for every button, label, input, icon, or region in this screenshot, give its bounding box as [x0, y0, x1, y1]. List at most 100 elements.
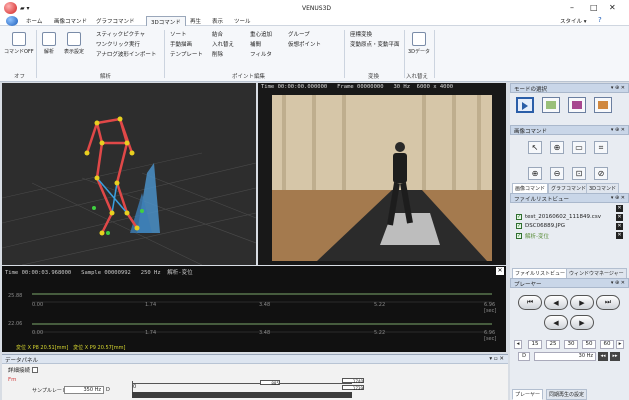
swap-button[interactable]: 入れ替え [212, 40, 234, 48]
file-checkbox[interactable]: ✓ [516, 223, 522, 229]
reverse-play-button[interactable]: ◀ [544, 315, 568, 330]
zoom-out-icon[interactable]: ⊖ [550, 167, 564, 180]
manual-digitize-button[interactable]: 手動描画 [170, 40, 192, 48]
file-item[interactable]: ✓ DSC06889.JPG [516, 223, 565, 229]
value-1739: 1739 [342, 385, 364, 391]
fps-50-button[interactable]: 50 [582, 340, 596, 349]
tab-tools[interactable]: ツール [234, 17, 251, 25]
value-885: 885 [260, 380, 280, 386]
play-button[interactable]: ▶ [570, 295, 594, 310]
help-icon[interactable]: ? [598, 16, 602, 24]
data-3d-button[interactable]: 3Dデータ [408, 32, 430, 55]
mode-image-button[interactable] [542, 97, 560, 113]
zoom-rect-icon[interactable]: ⊡ [572, 167, 586, 180]
app-logo-icon[interactable] [4, 2, 17, 14]
one-click-exec-button[interactable]: ワンクリック実行 [96, 40, 140, 48]
d-field[interactable]: D [518, 352, 530, 361]
row2-unit: [sec] [484, 336, 497, 342]
tab-player[interactable]: プレーヤー [512, 389, 544, 400]
tab-sync-settings[interactable]: 同期再生の設定 [546, 389, 588, 400]
stick-picture-button[interactable]: スティックピクチャ [96, 30, 145, 38]
panel-controls-icon[interactable]: ▾ ⊕ ✕ [611, 127, 625, 133]
detail-checkbox[interactable] [32, 367, 39, 373]
fps-increase-button[interactable]: ▸ [616, 340, 624, 349]
fps-15-button[interactable]: 15 [528, 340, 542, 349]
fps-value-input[interactable]: 30 Hz [534, 352, 596, 361]
join-button[interactable]: 結合 [212, 30, 223, 38]
file-checkbox[interactable]: ✓ [516, 233, 522, 239]
step-back-button[interactable]: ◀ [544, 295, 568, 310]
detail-connect[interactable]: 詳細接続 [8, 366, 39, 374]
zoom-in-icon[interactable]: ⊕ [528, 167, 542, 180]
analog-import-button[interactable]: アナログ波形インポート [96, 50, 156, 58]
mode-3d-button[interactable] [594, 97, 612, 113]
sort-button[interactable]: ソート [170, 30, 187, 38]
crop-icon[interactable]: ⌗ [594, 141, 608, 154]
file-checkbox[interactable]: ✓ [516, 214, 522, 220]
analysis-button[interactable]: 解析 [42, 32, 56, 55]
mode-playback-button[interactable] [516, 97, 534, 113]
zoom-100-icon[interactable]: ▭ [572, 141, 586, 154]
app-menu-icon[interactable] [6, 16, 18, 26]
panel-controls-icon[interactable]: ▾ ⊕ ✕ [611, 280, 625, 286]
magnifier-icon[interactable]: ⊘ [594, 167, 608, 180]
center-of-mass-button[interactable]: 重心追加 [250, 30, 272, 38]
filter-button[interactable]: フィルタ [250, 50, 272, 58]
graph-info: Time 00:00:03.968000 Sample 00000992 250… [5, 270, 193, 276]
close-button[interactable]: ✕ [609, 3, 616, 12]
tab-playback[interactable]: 再生 [190, 17, 201, 25]
minimize-button[interactable]: – [570, 3, 574, 12]
mode-select-section: モードの選択 ▾ ⊕ ✕ [510, 83, 629, 113]
close-all-icon[interactable]: ✕ [616, 205, 623, 212]
select-cursor-icon[interactable]: ↖ [528, 141, 542, 154]
tab-home[interactable]: ホーム [26, 17, 42, 25]
group-button[interactable]: グループ [288, 30, 310, 38]
skip-to-end-button[interactable]: ⏭ [596, 295, 620, 310]
data-panel: データパネル ▾ ▫ ✕ 詳細接続 Fm サンプルレート 350 Hz D 0 8… [2, 354, 508, 400]
row2-ymin: 0.00 [32, 330, 44, 336]
maximize-button[interactable]: □ [590, 3, 598, 12]
tab-image-command[interactable]: 画像コマンド [54, 17, 87, 25]
remove-file-icon[interactable]: ✕ [616, 223, 623, 230]
coord-transform-button[interactable]: 座標変換 [350, 30, 372, 38]
quick-access-icon[interactable]: ▰ ▾ [20, 5, 30, 12]
fps-decrease-button[interactable]: ◂ [514, 340, 522, 349]
zoom-fit-icon[interactable]: ⊕ [550, 141, 564, 154]
remove-file-icon[interactable]: ✕ [616, 214, 623, 221]
file-item[interactable]: ✓ 解析-変位 [516, 232, 549, 240]
graph-close-button[interactable]: ✕ [496, 267, 504, 275]
timeline-bar[interactable] [132, 392, 352, 398]
skip-to-start-button[interactable]: ⏮ [518, 295, 542, 310]
graph-view[interactable]: Time 00:00:03.968000 Sample 00000992 250… [2, 266, 506, 352]
interpolate-button[interactable]: 補間 [250, 40, 261, 48]
sample-rate-input[interactable]: 350 Hz [64, 386, 104, 394]
value-0: 0 [133, 384, 137, 390]
forward-play-button[interactable]: ▶ [570, 315, 594, 330]
panel-controls-icon[interactable]: ▾ ▫ ✕ [489, 356, 504, 362]
delete-button[interactable]: 削除 [212, 50, 223, 58]
change-origin-button[interactable]: 変動原点・変動平面 [350, 40, 400, 48]
group-label-swap: 入れ替え [406, 74, 429, 80]
virtual-point-button[interactable]: 仮想ポイント [288, 40, 321, 48]
panel-controls-icon[interactable]: ▾ ⊕ ✕ [611, 85, 625, 91]
video-frame [272, 95, 492, 261]
style-menu[interactable]: スタイル ▾ [560, 17, 587, 25]
panel-controls-icon[interactable]: ▾ ⊕ ✕ [611, 195, 625, 201]
3d-view[interactable] [1, 83, 257, 266]
tab-graph-command[interactable]: グラフコマンド [96, 17, 135, 25]
file-item[interactable]: ✓ test_20160602_111849.csv [516, 214, 601, 220]
fps-60-button[interactable]: 60 [600, 340, 614, 349]
display-settings-button[interactable]: 表示設定 [64, 32, 84, 55]
remove-file-icon[interactable]: ✕ [616, 232, 623, 239]
cursor-icon [11, 32, 26, 46]
fast-forward-icon[interactable]: ▸▸ [610, 352, 620, 361]
video-view[interactable]: Time 00:00:00.000000 Frame 00000000 30 H… [258, 83, 506, 265]
tab-view[interactable]: 表示 [212, 17, 223, 25]
rewind-icon[interactable]: ◂◂ [598, 352, 608, 361]
mode-graph-button[interactable] [568, 97, 586, 113]
template-button[interactable]: テンプレート [170, 50, 203, 58]
fps-30-button[interactable]: 30 [564, 340, 578, 349]
command-off-button[interactable]: コマンドOFF [4, 32, 34, 55]
ribbon: コマンドOFF 解析 表示設定 スティックピクチャ ワンクリック実行 アナログ波… [0, 26, 629, 82]
fps-25-button[interactable]: 25 [546, 340, 560, 349]
